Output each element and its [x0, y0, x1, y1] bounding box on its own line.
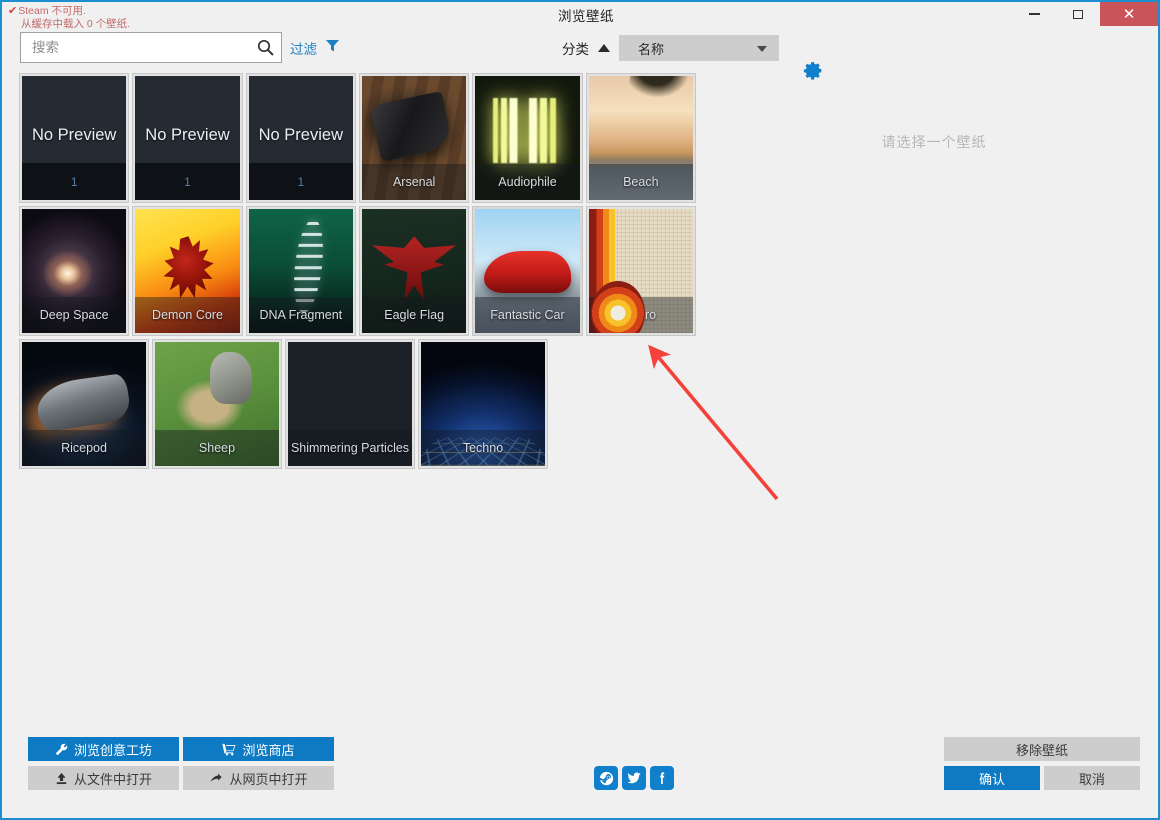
wallpaper-tile-techno[interactable]: Techno: [419, 340, 547, 468]
browse-store-label: 浏览商店: [242, 740, 294, 759]
cancel-button[interactable]: 取消: [1044, 766, 1140, 790]
confirm-button[interactable]: 确认: [944, 766, 1040, 790]
tile-title: Deep Space: [22, 297, 126, 333]
preview-pane: 请选择一个壁纸: [714, 74, 1154, 674]
arrow-right-icon: [209, 772, 223, 785]
footer-row-primary: 浏览创意工坊 浏览商店: [28, 737, 334, 761]
check-icon: ✔: [8, 5, 17, 17]
minimize-button[interactable]: [1012, 2, 1056, 26]
maximize-icon: [1073, 10, 1083, 19]
tile-title: Fantastic Car: [475, 297, 579, 333]
close-button[interactable]: ✕: [1100, 2, 1158, 26]
tile-title: DNA Fragment: [249, 297, 353, 333]
wallpaper-tile-no-preview-2[interactable]: No Preview 1: [133, 74, 241, 202]
footer-right-actions: 移除壁纸 确认 取消: [944, 737, 1140, 795]
footer-row-secondary: 从文件中打开 从网页中打开: [28, 766, 334, 790]
tile-count: 1: [22, 163, 126, 200]
tile-title: No Preview: [249, 126, 353, 145]
tile-title: No Preview: [135, 126, 239, 145]
search-box[interactable]: [20, 32, 282, 63]
wallpaper-tile-ricepod[interactable]: Ricepod: [20, 340, 148, 468]
triangle-up-icon[interactable]: [598, 44, 610, 52]
window-controls: ✕: [1012, 2, 1158, 26]
social-links: [594, 766, 674, 790]
remove-wallpaper-button[interactable]: 移除壁纸: [944, 737, 1140, 761]
toolbar: 过滤 分类 名称: [2, 26, 1158, 68]
wallpaper-tile-dna-fragment[interactable]: DNA Fragment: [247, 207, 355, 335]
steam-icon: [598, 770, 615, 787]
tile-title: Shimmering Particles: [288, 430, 412, 466]
tile-title: Demon Core: [135, 297, 239, 333]
steam-state: 不可用.: [52, 5, 86, 17]
chevron-down-icon: [757, 46, 767, 52]
browse-workshop-label: 浏览创意工坊: [74, 740, 152, 759]
open-from-file-button[interactable]: 从文件中打开: [28, 766, 179, 790]
wallpaper-tile-deep-space[interactable]: Deep Space: [20, 207, 128, 335]
twitter-icon: [626, 770, 642, 786]
sort-label: 分类: [562, 38, 589, 58]
footer-left-actions: 浏览创意工坊 浏览商店 从文件中打开: [28, 737, 334, 795]
wallpaper-grid: No Preview 1 No Preview 1 No Preview 1 A…: [20, 74, 700, 473]
wallpaper-tile-retro[interactable]: Retro: [587, 207, 695, 335]
tile-title: Audiophile: [475, 164, 579, 200]
wallpaper-tile-no-preview-1[interactable]: No Preview 1: [20, 74, 128, 202]
wallpaper-tile-beach[interactable]: Beach: [587, 74, 695, 202]
upload-icon: [55, 772, 68, 785]
open-from-file-label: 从文件中打开: [74, 769, 152, 788]
cart-icon: [222, 743, 236, 756]
minimize-icon: [1029, 13, 1040, 16]
wrench-icon: [55, 743, 68, 756]
steam-app-name: Steam: [18, 5, 48, 17]
wallpaper-tile-demon-core[interactable]: Demon Core: [133, 207, 241, 335]
wallpaper-tile-audiophile[interactable]: Audiophile: [473, 74, 581, 202]
tile-title: Sheep: [155, 430, 279, 466]
funnel-icon[interactable]: [325, 38, 340, 58]
sort-select[interactable]: 名称: [619, 35, 779, 61]
filter-label: 过滤: [290, 38, 317, 58]
tile-count: 1: [135, 163, 239, 200]
twitter-link[interactable]: [622, 766, 646, 790]
tile-title: Eagle Flag: [362, 297, 466, 333]
facebook-link[interactable]: [650, 766, 674, 790]
steam-status-line1: ✔Steam 不可用.: [8, 5, 130, 18]
wallpaper-tile-arsenal[interactable]: Arsenal: [360, 74, 468, 202]
steam-link[interactable]: [594, 766, 618, 790]
footer-row-remove: 移除壁纸: [944, 737, 1140, 761]
facebook-icon: [654, 770, 670, 786]
sort-control: 分类 名称: [562, 35, 779, 61]
tile-title: Techno: [421, 430, 545, 466]
tile-title: No Preview: [22, 126, 126, 145]
search-icon[interactable]: [252, 39, 278, 56]
window-title: 浏览壁纸: [558, 5, 614, 25]
wallpaper-tile-eagle-flag[interactable]: Eagle Flag: [360, 207, 468, 335]
browse-wallpapers-window: 浏览壁纸 ✕ ✔Steam 不可用. 从缓存中载入 0 个壁纸.: [0, 0, 1160, 820]
tile-title: Arsenal: [362, 164, 466, 200]
tile-title: Ricepod: [22, 430, 146, 466]
filter-control[interactable]: 过滤: [290, 38, 340, 58]
wallpaper-row: Ricepod Sheep Shimmering Particles Techn…: [20, 340, 700, 473]
search-input[interactable]: [30, 34, 252, 61]
wallpaper-tile-shimmering-particles[interactable]: Shimmering Particles: [286, 340, 414, 468]
title-bar: 浏览壁纸 ✕: [2, 2, 1158, 26]
sort-select-value: 名称: [638, 39, 664, 58]
preview-empty-text: 请选择一个壁纸: [882, 132, 987, 152]
wallpaper-tile-no-preview-3[interactable]: No Preview 1: [247, 74, 355, 202]
browse-store-button[interactable]: 浏览商店: [183, 737, 334, 761]
open-from-web-button[interactable]: 从网页中打开: [183, 766, 334, 790]
wallpaper-row: Deep Space Demon Core DNA Fragment Eagle…: [20, 207, 700, 340]
maximize-button[interactable]: [1056, 2, 1100, 26]
tile-count: 1: [249, 163, 353, 200]
tile-title: Beach: [589, 164, 693, 200]
footer-row-confirm: 确认 取消: [944, 766, 1140, 790]
open-from-web-label: 从网页中打开: [229, 769, 307, 788]
wallpaper-tile-fantastic-car[interactable]: Fantastic Car: [473, 207, 581, 335]
wallpaper-row: No Preview 1 No Preview 1 No Preview 1 A…: [20, 74, 700, 207]
wallpaper-tile-sheep[interactable]: Sheep: [153, 340, 281, 468]
browse-workshop-button[interactable]: 浏览创意工坊: [28, 737, 179, 761]
